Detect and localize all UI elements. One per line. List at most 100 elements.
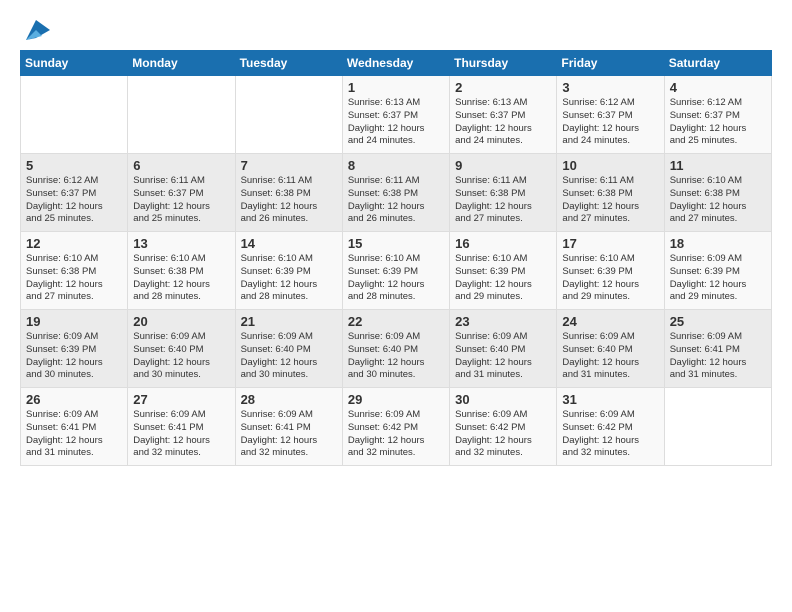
- day-number: 12: [26, 236, 122, 251]
- day-info: Sunrise: 6:10 AMSunset: 6:38 PMDaylight:…: [670, 175, 766, 226]
- calendar-cell: 5 Sunrise: 6:12 AMSunset: 6:37 PMDaylight…: [21, 154, 128, 232]
- calendar-cell: 9 Sunrise: 6:11 AMSunset: 6:38 PMDaylight…: [450, 154, 557, 232]
- day-info: Sunrise: 6:10 AMSunset: 6:39 PMDaylight:…: [348, 253, 444, 304]
- day-number: 20: [133, 314, 229, 329]
- calendar-cell: 2Sunrise: 6:13 AMSunset: 6:37 PMDaylight…: [450, 76, 557, 154]
- day-number: 25: [670, 314, 766, 329]
- day-info: Sunrise: 6:09 AMSunset: 6:40 PMDaylight:…: [562, 331, 658, 382]
- calendar-cell: 18Sunrise: 6:09 AMSunset: 6:39 PMDayligh…: [664, 232, 771, 310]
- day-info: Sunrise: 6:12 AMSunset: 6:37 PMDaylight:…: [670, 97, 766, 148]
- day-info: Sunrise: 6:09 AMSunset: 6:42 PMDaylight:…: [455, 409, 551, 460]
- calendar-cell: [128, 76, 235, 154]
- calendar-cell: 23 Sunrise: 6:09 AMSunset: 6:40 PMDayligh…: [450, 310, 557, 388]
- calendar-cell: 15 Sunrise: 6:10 AMSunset: 6:39 PMDayligh…: [342, 232, 449, 310]
- day-info: Sunrise: 6:09 AMSunset: 6:40 PMDaylight:…: [348, 331, 444, 382]
- calendar-header-saturday: Saturday: [664, 51, 771, 76]
- calendar-cell: [664, 388, 771, 466]
- day-number: 29: [348, 392, 444, 407]
- day-info: Sunrise: 6:11 AMSunset: 6:37 PMDaylight:…: [133, 175, 229, 226]
- calendar-cell: 1 Sunrise: 6:13 AMSunset: 6:37 PMDaylight…: [342, 76, 449, 154]
- day-info: Sunrise: 6:12 AMSunset: 6:37 PMDaylight:…: [26, 175, 122, 226]
- logo-icon: [22, 16, 50, 44]
- day-number: 18: [670, 236, 766, 251]
- day-number: 8: [348, 158, 444, 173]
- day-number: 1: [348, 80, 444, 95]
- day-info: Sunrise: 6:10 AMSunset: 6:39 PMDaylight:…: [562, 253, 658, 304]
- calendar-cell: [235, 76, 342, 154]
- day-info: Sunrise: 6:10 AMSunset: 6:39 PMDaylight:…: [241, 253, 337, 304]
- calendar-week-1: 1 Sunrise: 6:13 AMSunset: 6:37 PMDaylight…: [21, 76, 772, 154]
- calendar-header-sunday: Sunday: [21, 51, 128, 76]
- day-number: 17: [562, 236, 658, 251]
- calendar-cell: 10 Sunrise: 6:11 AMSunset: 6:38 PMDayligh…: [557, 154, 664, 232]
- day-number: 9: [455, 158, 551, 173]
- calendar-cell: 13 Sunrise: 6:10 AMSunset: 6:38 PMDayligh…: [128, 232, 235, 310]
- calendar-header-row: SundayMondayTuesdayWednesdayThursdayFrid…: [21, 51, 772, 76]
- day-number: 16: [455, 236, 551, 251]
- calendar-cell: 8 Sunrise: 6:11 AMSunset: 6:38 PMDaylight…: [342, 154, 449, 232]
- calendar-header-monday: Monday: [128, 51, 235, 76]
- day-info: Sunrise: 6:11 AMSunset: 6:38 PMDaylight:…: [562, 175, 658, 226]
- calendar-cell: 25 Sunrise: 6:09 AMSunset: 6:41 PMDayligh…: [664, 310, 771, 388]
- day-number: 19: [26, 314, 122, 329]
- calendar-cell: 31 Sunrise: 6:09 AMSunset: 6:42 PMDayligh…: [557, 388, 664, 466]
- calendar-cell: 22 Sunrise: 6:09 AMSunset: 6:40 PMDayligh…: [342, 310, 449, 388]
- calendar-header-wednesday: Wednesday: [342, 51, 449, 76]
- day-number: 14: [241, 236, 337, 251]
- day-info: Sunrise: 6:09 AMSunset: 6:40 PMDaylight:…: [241, 331, 337, 382]
- day-info: Sunrise: 6:09 AMSunset: 6:40 PMDaylight:…: [455, 331, 551, 382]
- calendar-cell: 14 Sunrise: 6:10 AMSunset: 6:39 PMDayligh…: [235, 232, 342, 310]
- day-info: Sunrise: 6:09 AMSunset: 6:41 PMDaylight:…: [26, 409, 122, 460]
- day-info: Sunrise: 6:11 AMSunset: 6:38 PMDaylight:…: [455, 175, 551, 226]
- page: SundayMondayTuesdayWednesdayThursdayFrid…: [0, 0, 792, 612]
- day-number: 28: [241, 392, 337, 407]
- day-number: 30: [455, 392, 551, 407]
- day-number: 23: [455, 314, 551, 329]
- day-number: 6: [133, 158, 229, 173]
- day-number: 22: [348, 314, 444, 329]
- day-info: Sunrise: 6:13 AMSunset: 6:37 PMDaylight:…: [348, 97, 444, 148]
- day-info: Sunrise: 6:12 AMSunset: 6:37 PMDaylight:…: [562, 97, 658, 148]
- day-number: 24: [562, 314, 658, 329]
- day-info: Sunrise: 6:09 AMSunset: 6:41 PMDaylight:…: [670, 331, 766, 382]
- calendar-cell: 21 Sunrise: 6:09 AMSunset: 6:40 PMDayligh…: [235, 310, 342, 388]
- calendar-week-5: 26 Sunrise: 6:09 AMSunset: 6:41 PMDayligh…: [21, 388, 772, 466]
- day-info: Sunrise: 6:10 AMSunset: 6:38 PMDaylight:…: [133, 253, 229, 304]
- day-number: 26: [26, 392, 122, 407]
- day-number: 2: [455, 80, 551, 95]
- calendar-cell: 27 Sunrise: 6:09 AMSunset: 6:41 PMDayligh…: [128, 388, 235, 466]
- calendar-cell: 6 Sunrise: 6:11 AMSunset: 6:37 PMDaylight…: [128, 154, 235, 232]
- calendar-cell: 16Sunrise: 6:10 AMSunset: 6:39 PMDayligh…: [450, 232, 557, 310]
- day-number: 21: [241, 314, 337, 329]
- calendar-cell: 26 Sunrise: 6:09 AMSunset: 6:41 PMDayligh…: [21, 388, 128, 466]
- calendar-header-tuesday: Tuesday: [235, 51, 342, 76]
- day-number: 31: [562, 392, 658, 407]
- day-number: 4: [670, 80, 766, 95]
- day-number: 3: [562, 80, 658, 95]
- calendar-cell: 29 Sunrise: 6:09 AMSunset: 6:42 PMDayligh…: [342, 388, 449, 466]
- day-number: 27: [133, 392, 229, 407]
- calendar-week-2: 5 Sunrise: 6:12 AMSunset: 6:37 PMDaylight…: [21, 154, 772, 232]
- day-number: 7: [241, 158, 337, 173]
- day-info: Sunrise: 6:09 AMSunset: 6:40 PMDaylight:…: [133, 331, 229, 382]
- day-info: Sunrise: 6:09 AMSunset: 6:42 PMDaylight:…: [348, 409, 444, 460]
- calendar-cell: 19Sunrise: 6:09 AMSunset: 6:39 PMDayligh…: [21, 310, 128, 388]
- day-number: 13: [133, 236, 229, 251]
- day-info: Sunrise: 6:11 AMSunset: 6:38 PMDaylight:…: [348, 175, 444, 226]
- calendar-cell: 30 Sunrise: 6:09 AMSunset: 6:42 PMDayligh…: [450, 388, 557, 466]
- calendar-cell: 11 Sunrise: 6:10 AMSunset: 6:38 PMDayligh…: [664, 154, 771, 232]
- calendar-header-thursday: Thursday: [450, 51, 557, 76]
- day-number: 11: [670, 158, 766, 173]
- day-number: 10: [562, 158, 658, 173]
- day-number: 5: [26, 158, 122, 173]
- calendar-cell: 3 Sunrise: 6:12 AMSunset: 6:37 PMDaylight…: [557, 76, 664, 154]
- calendar-cell: [21, 76, 128, 154]
- day-info: Sunrise: 6:09 AMSunset: 6:41 PMDaylight:…: [241, 409, 337, 460]
- day-info: Sunrise: 6:09 AMSunset: 6:41 PMDaylight:…: [133, 409, 229, 460]
- calendar-week-4: 19Sunrise: 6:09 AMSunset: 6:39 PMDayligh…: [21, 310, 772, 388]
- logo: [20, 16, 50, 40]
- calendar-cell: 17 Sunrise: 6:10 AMSunset: 6:39 PMDayligh…: [557, 232, 664, 310]
- calendar-cell: 12Sunrise: 6:10 AMSunset: 6:38 PMDayligh…: [21, 232, 128, 310]
- day-info: Sunrise: 6:09 AMSunset: 6:42 PMDaylight:…: [562, 409, 658, 460]
- day-number: 15: [348, 236, 444, 251]
